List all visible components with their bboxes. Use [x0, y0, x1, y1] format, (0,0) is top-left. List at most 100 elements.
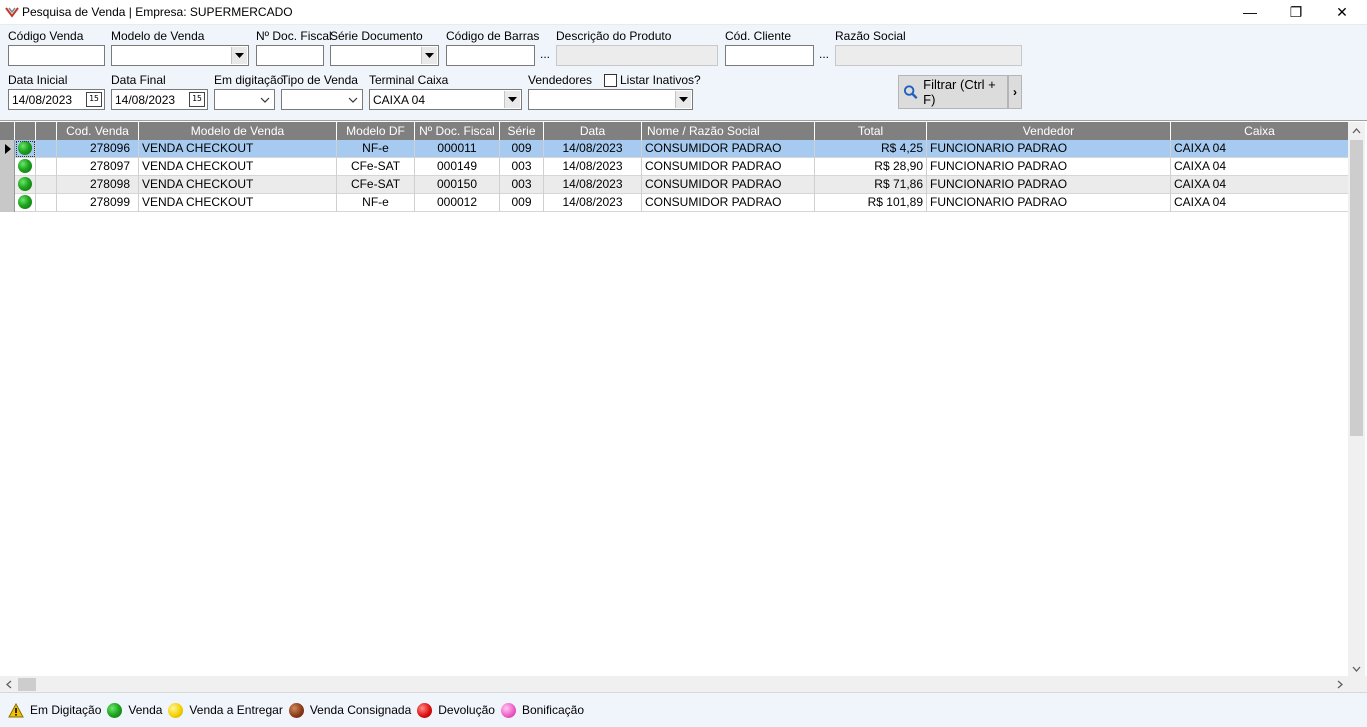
- cod-cliente-label: Cód. Cliente: [725, 29, 792, 43]
- data-inicial-input[interactable]: 14/08/2023 15: [8, 89, 105, 110]
- listar-inativos-checkbox[interactable]: [604, 74, 617, 87]
- codigo-barras-input[interactable]: [446, 45, 535, 66]
- modelo-df-cell: CFe-SAT: [337, 176, 415, 194]
- em-digitacao-select[interactable]: [214, 89, 275, 110]
- cod-venda-cell: 278099: [57, 194, 139, 212]
- red-dot-icon: [417, 702, 433, 718]
- column-header-data[interactable]: Data: [544, 122, 642, 140]
- legend-label: Venda a Entregar: [189, 703, 283, 717]
- nome-cell: CONSUMIDOR PADRAO: [642, 158, 815, 176]
- table-row[interactable]: 278099 VENDA CHECKOUT NF-e 000012 009 14…: [0, 194, 1348, 212]
- doc-fiscal-label: Nº Doc. Fiscal: [256, 29, 332, 43]
- vendedores-label: Vendedores: [528, 73, 593, 87]
- data-cell: 14/08/2023: [544, 140, 642, 158]
- total-cell: R$ 4,25: [815, 140, 927, 158]
- filter-more-button[interactable]: ›: [1008, 75, 1022, 109]
- column-header-vendedor[interactable]: Vendedor: [927, 122, 1171, 140]
- horizontal-scroll-thumb[interactable]: [18, 678, 36, 691]
- filter-button[interactable]: Filtrar (Ctrl + F): [898, 75, 1008, 109]
- caixa-cell: CAIXA 04: [1174, 177, 1227, 191]
- warning-icon: [8, 702, 24, 717]
- modelo-venda-select[interactable]: [111, 45, 249, 66]
- data-inicial-label: Data Inicial: [8, 73, 68, 87]
- green-dot-icon: [107, 702, 123, 718]
- scroll-up-icon[interactable]: [1348, 122, 1365, 139]
- column-header: [36, 122, 57, 140]
- chevron-down-icon[interactable]: [231, 47, 247, 64]
- data-inicial-value: 14/08/2023: [12, 93, 73, 107]
- row-indicator: [0, 176, 15, 194]
- minimize-button[interactable]: —: [1227, 0, 1273, 24]
- filter-button-label: Filtrar (Ctrl + F): [923, 77, 996, 107]
- scroll-right-icon[interactable]: [1331, 676, 1348, 693]
- data-final-label: Data Final: [111, 73, 166, 87]
- codigo-venda-input[interactable]: [8, 45, 105, 66]
- search-icon: [903, 85, 918, 99]
- data-cell: 14/08/2023: [544, 194, 642, 212]
- legend-item-venda-entregar: Venda a Entregar: [168, 702, 283, 718]
- column-header-nome[interactable]: Nome / Razão Social: [642, 122, 815, 140]
- calendar-icon[interactable]: 15: [189, 92, 205, 107]
- terminal-caixa-select[interactable]: CAIXA 04: [369, 89, 522, 110]
- filter-panel: Código Venda Modelo de Venda Nº Doc. Fis…: [0, 24, 1367, 120]
- chevron-down-icon[interactable]: [257, 91, 273, 108]
- green-dot-icon: [18, 195, 32, 209]
- row-indicator: [0, 140, 15, 158]
- modelo-venda-cell: VENDA CHECKOUT: [139, 194, 337, 212]
- chevron-down-icon[interactable]: [504, 91, 520, 108]
- doc-fiscal-input[interactable]: [256, 45, 324, 66]
- legend-item-bonificacao: Bonificação: [500, 702, 584, 718]
- table-row[interactable]: 278098 VENDA CHECKOUT CFe-SAT 000150 003…: [0, 176, 1348, 194]
- column-header-caixa[interactable]: Caixa: [1171, 122, 1348, 140]
- cod-cliente-input[interactable]: [725, 45, 814, 66]
- table-row[interactable]: 278096 VENDA CHECKOUT NF-e 000011 009 14…: [0, 140, 1348, 158]
- legend-label: Devolução: [438, 703, 495, 717]
- tipo-venda-select[interactable]: [281, 89, 363, 110]
- serie-documento-label: Série Documento: [330, 29, 423, 43]
- close-button[interactable]: ✕: [1319, 0, 1365, 24]
- cod-cliente-lookup-button[interactable]: ...: [815, 45, 833, 66]
- horizontal-scrollbar[interactable]: [0, 676, 1348, 693]
- chevron-down-icon[interactable]: [345, 91, 361, 108]
- column-header-doc-fiscal[interactable]: Nº Doc. Fiscal: [415, 122, 500, 140]
- chevron-down-icon[interactable]: [675, 91, 691, 108]
- empty-cell: [36, 140, 57, 158]
- maximize-button[interactable]: ❐: [1273, 0, 1319, 24]
- column-header-modelo-venda[interactable]: Modelo de Venda: [139, 122, 337, 140]
- green-dot-icon: [18, 159, 32, 173]
- vertical-scrollbar[interactable]: [1348, 122, 1365, 677]
- vendedor-cell: FUNCIONARIO PADRAO: [927, 140, 1171, 158]
- calendar-icon[interactable]: 15: [86, 92, 102, 107]
- razao-social-input: [835, 45, 1022, 66]
- nome-cell: CONSUMIDOR PADRAO: [642, 176, 815, 194]
- modelo-venda-cell: VENDA CHECKOUT: [139, 158, 337, 176]
- vendedor-cell: FUNCIONARIO PADRAO: [927, 194, 1171, 212]
- vertical-scroll-thumb[interactable]: [1350, 140, 1363, 436]
- data-final-input[interactable]: 14/08/2023 15: [111, 89, 208, 110]
- em-digitacao-label: Em digitação: [214, 73, 284, 87]
- column-header-cod-venda[interactable]: Cod. Venda: [57, 122, 139, 140]
- codigo-barras-lookup-button[interactable]: ...: [536, 45, 554, 66]
- modelo-df-cell: CFe-SAT: [337, 158, 415, 176]
- total-cell: R$ 71,86: [815, 176, 927, 194]
- total-cell: R$ 28,90: [815, 158, 927, 176]
- empty-cell: [36, 194, 57, 212]
- column-header: [0, 122, 15, 140]
- scroll-down-icon[interactable]: [1348, 660, 1365, 677]
- column-header-modelo-df[interactable]: Modelo DF: [337, 122, 415, 140]
- data-cell: 14/08/2023: [544, 176, 642, 194]
- descricao-produto-label: Descrição do Produto: [556, 29, 672, 43]
- table-row[interactable]: 278097 VENDA CHECKOUT CFe-SAT 000149 003…: [0, 158, 1348, 176]
- legend-label: Bonificação: [521, 703, 584, 717]
- status-cell: [15, 176, 36, 194]
- vendedores-select[interactable]: [528, 89, 693, 110]
- column-header-total[interactable]: Total: [815, 122, 927, 140]
- data-final-value: 14/08/2023: [115, 93, 176, 107]
- chevron-down-icon[interactable]: [421, 47, 437, 64]
- title-bar: Pesquisa de Venda | Empresa: SUPERMERCAD…: [0, 0, 1367, 24]
- column-header-serie[interactable]: Série: [500, 122, 544, 140]
- serie-documento-select[interactable]: [330, 45, 439, 66]
- empty-cell: [36, 158, 57, 176]
- descricao-produto-input: [556, 45, 718, 66]
- scroll-left-icon[interactable]: [0, 676, 17, 693]
